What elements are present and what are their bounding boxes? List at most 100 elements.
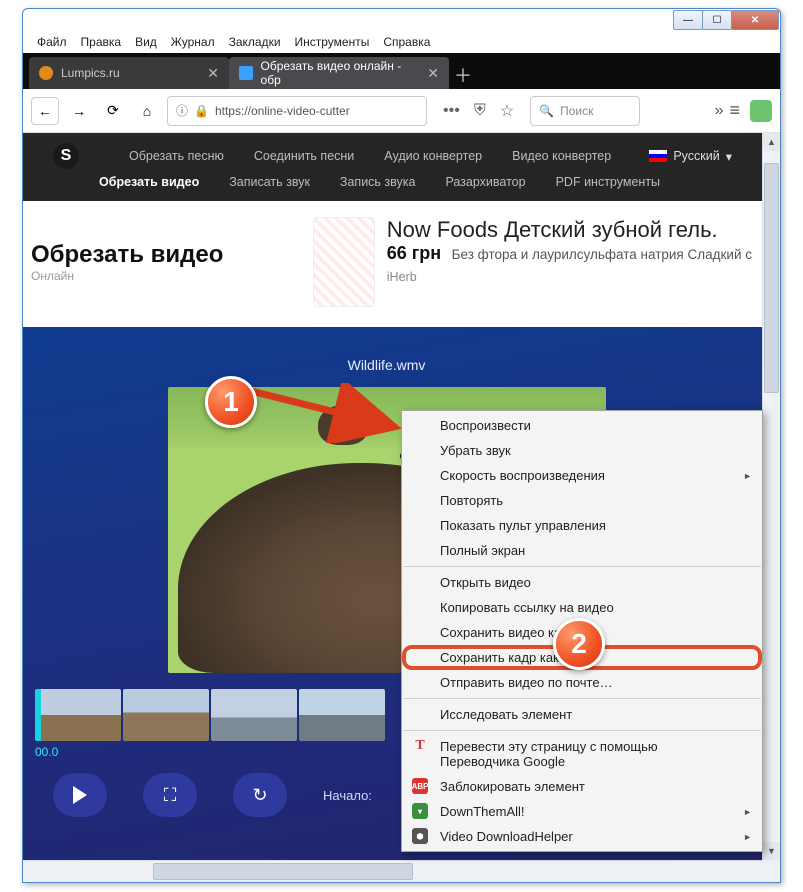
- nav-join-songs[interactable]: Соединить песни: [254, 149, 354, 163]
- scroll-up-icon[interactable]: ▲: [763, 133, 780, 151]
- star-icon[interactable]: ☆: [500, 101, 514, 121]
- context-menu-item[interactable]: Копировать ссылку на видео: [402, 595, 762, 620]
- nav-cut-song[interactable]: Обрезать песню: [129, 149, 224, 163]
- timeline-thumb[interactable]: [299, 689, 385, 741]
- menu-help[interactable]: Справка: [377, 33, 436, 51]
- nav-video-conv[interactable]: Видео конвертер: [512, 149, 611, 163]
- language-label: Русский: [673, 149, 719, 163]
- account-icon[interactable]: [750, 100, 772, 122]
- nav-cut-video[interactable]: Обрезать видео: [99, 175, 199, 189]
- minimize-button[interactable]: —: [673, 10, 703, 30]
- context-menu-item-icon: ▾: [412, 803, 428, 819]
- context-menu-item[interactable]: Отправить видео по почте…: [402, 670, 762, 695]
- context-menu-item[interactable]: Скорость воспроизведения: [402, 463, 762, 488]
- hamburger-icon[interactable]: ≡: [729, 100, 740, 121]
- nav-toolbar: ← → ⟳ ⌂ ⓘ 🔒 https://online-video-cutter …: [23, 89, 780, 133]
- nav-pdf-tools[interactable]: PDF инструменты: [556, 175, 660, 189]
- nav-sound-recording[interactable]: Запись звука: [340, 175, 416, 189]
- context-menu-item[interactable]: Показать пульт управления: [402, 513, 762, 538]
- crop-button[interactable]: ⛶: [143, 773, 197, 817]
- scroll-thumb[interactable]: [764, 163, 779, 393]
- tab-strip: Lumpics.ru ✕ Обрезать видео онлайн - обр…: [23, 53, 780, 89]
- favicon-icon: [239, 66, 253, 80]
- search-bar[interactable]: 🔍 Поиск: [530, 96, 640, 126]
- lock-icon: 🔒: [194, 104, 209, 118]
- context-menu-item[interactable]: Воспроизвести: [402, 413, 762, 438]
- ad-merchant: iHerb: [387, 270, 752, 284]
- tab-video-cutter[interactable]: Обрезать видео онлайн - обр ✕: [229, 57, 449, 89]
- video-filename: Wildlife.wmv: [23, 357, 750, 373]
- ellipsis-icon[interactable]: •••: [443, 102, 460, 120]
- favicon-icon: [39, 66, 53, 80]
- menu-bookmarks[interactable]: Закладки: [223, 33, 287, 51]
- site-header: S Обрезать песню Соединить песни Аудио к…: [23, 133, 762, 201]
- context-menu-item[interactable]: Исследовать элемент: [402, 702, 762, 727]
- context-menu-item-icon: ⬢: [412, 828, 428, 844]
- horizontal-scrollbar[interactable]: [23, 860, 762, 882]
- context-menu-separator: [403, 566, 761, 567]
- address-bar[interactable]: ⓘ 🔒 https://online-video-cutter: [167, 96, 427, 126]
- shield-icon[interactable]: ⛨: [474, 102, 486, 120]
- ad-card[interactable]: Now Foods Детский зубной гель. 66 грн Бе…: [313, 217, 762, 307]
- search-placeholder: Поиск: [560, 104, 593, 118]
- menu-file[interactable]: Файл: [31, 33, 73, 51]
- language-switcher[interactable]: Русский ▾: [649, 149, 732, 164]
- menubar: Файл Правка Вид Журнал Закладки Инструме…: [23, 31, 780, 53]
- play-icon: [73, 786, 87, 804]
- nav-unzip[interactable]: Разархиватор: [445, 175, 525, 189]
- addr-page-actions: ••• ⛨ ☆: [433, 101, 524, 121]
- context-menu-item[interactable]: DownThemAll!▾: [402, 799, 762, 824]
- ad-description: Без фтора и лаурилсульфата натрия Сладки…: [452, 247, 752, 262]
- site-logo[interactable]: S: [53, 143, 79, 169]
- back-button[interactable]: ←: [31, 97, 59, 125]
- timeline-thumb[interactable]: [211, 689, 297, 741]
- context-menu-item-icon: ABP: [412, 778, 428, 794]
- close-button[interactable]: ✕: [731, 10, 779, 30]
- context-menu-separator: [403, 698, 761, 699]
- play-button[interactable]: [53, 773, 107, 817]
- rotate-button[interactable]: ↻: [233, 773, 287, 817]
- tab-lumpics[interactable]: Lumpics.ru ✕: [29, 57, 229, 89]
- vertical-scrollbar[interactable]: ▲ ▼: [762, 133, 780, 860]
- page-title: Обрезать видео: [31, 241, 223, 269]
- tab-label: Lumpics.ru: [61, 66, 120, 80]
- overflow-icon[interactable]: »: [715, 102, 724, 120]
- context-menu-item[interactable]: Повторять: [402, 488, 762, 513]
- ad-title: Now Foods Детский зубной гель.: [387, 217, 752, 243]
- scroll-thumb[interactable]: [153, 863, 413, 880]
- forward-button[interactable]: →: [65, 97, 93, 125]
- context-menu-item[interactable]: Полный экран: [402, 538, 762, 563]
- context-menu-item[interactable]: Открыть видео: [402, 570, 762, 595]
- annotation-badge-2: 2: [553, 618, 605, 670]
- tab-close-icon[interactable]: ✕: [427, 65, 439, 82]
- info-icon[interactable]: ⓘ: [176, 102, 188, 119]
- ad-image: [313, 217, 375, 307]
- ad-price: 66 грн: [387, 243, 441, 263]
- menu-history[interactable]: Журнал: [165, 33, 221, 51]
- new-tab-button[interactable]: ＋: [449, 61, 477, 89]
- context-menu-separator: [403, 730, 761, 731]
- menu-tools[interactable]: Инструменты: [289, 33, 376, 51]
- scroll-down-icon[interactable]: ▼: [763, 842, 780, 860]
- home-button[interactable]: ⌂: [133, 97, 161, 125]
- menu-edit[interactable]: Правка: [75, 33, 128, 51]
- nav-record-sound[interactable]: Записать звук: [229, 175, 310, 189]
- nav-audio-conv[interactable]: Аудио конвертер: [384, 149, 482, 163]
- context-menu-item[interactable]: Video DownloadHelper⬢: [402, 824, 762, 849]
- context-menu-item[interactable]: Убрать звук: [402, 438, 762, 463]
- maximize-button[interactable]: ☐: [702, 10, 732, 30]
- reload-button[interactable]: ⟳: [99, 97, 127, 125]
- tab-close-icon[interactable]: ✕: [207, 65, 219, 82]
- chevron-down-icon: ▾: [726, 149, 732, 164]
- timeline-thumb[interactable]: [123, 689, 209, 741]
- page-subtitle: Онлайн: [31, 269, 223, 283]
- url-text: https://online-video-cutter: [215, 104, 350, 118]
- search-icon: 🔍: [539, 104, 554, 118]
- context-menu-item[interactable]: Заблокировать элементABP: [402, 774, 762, 799]
- menu-view[interactable]: Вид: [129, 33, 163, 51]
- scroll-corner: [762, 860, 780, 882]
- flag-ru-icon: [649, 150, 667, 162]
- start-label: Начало:: [323, 788, 372, 803]
- context-menu-item[interactable]: Перевести эту страницу с помощью Перевод…: [402, 734, 762, 774]
- timeline-thumb[interactable]: [35, 689, 121, 741]
